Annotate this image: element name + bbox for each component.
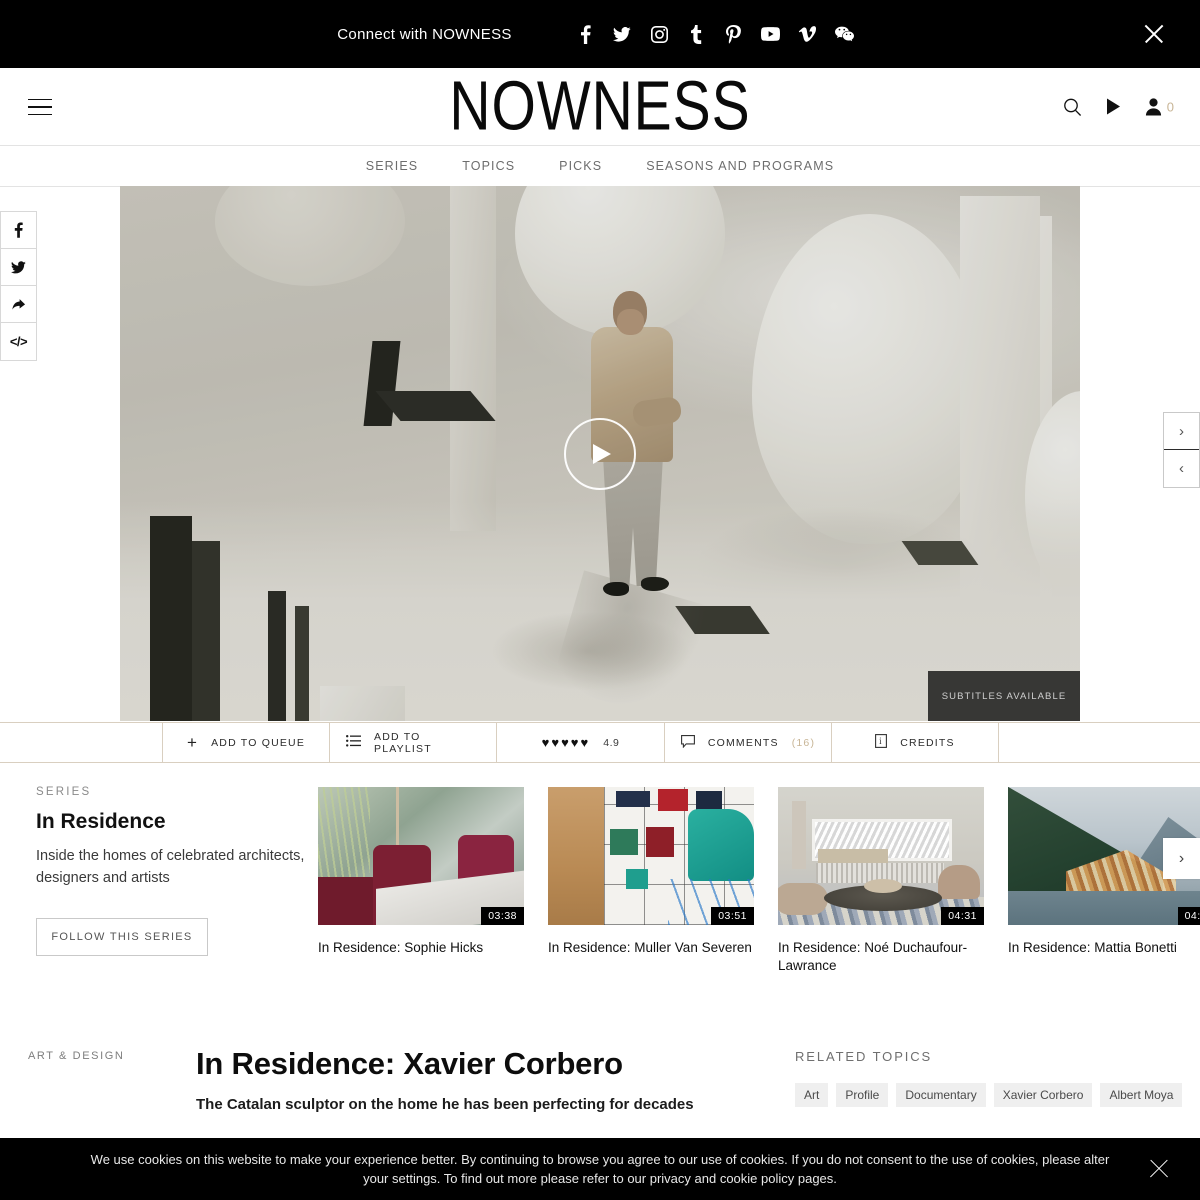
follow-series-button[interactable]: FOLLOW THIS SERIES: [36, 917, 208, 956]
video-action-bar: + ADD TO QUEUE ADD TO PLAYLIST ♥♥♥♥♥ 4.9…: [0, 722, 1200, 763]
share-rail: </>: [0, 211, 37, 361]
credits-button[interactable]: i CREDITS: [832, 723, 999, 762]
vimeo-icon[interactable]: [789, 19, 826, 49]
episode-card[interactable]: 03:38 In Residence: Sophie Hicks: [318, 787, 524, 957]
nav-item-picks[interactable]: PICKS: [559, 159, 602, 173]
masthead: NOWNESS 0: [0, 68, 1200, 146]
episode-duration: 04:4: [1177, 907, 1200, 925]
series-title: In Residence: [36, 810, 166, 833]
rating-control[interactable]: ♥♥♥♥♥ 4.9: [497, 723, 665, 762]
page-title: In Residence: Xavier Corbero: [196, 1046, 623, 1081]
rating-value: 4.9: [603, 736, 620, 749]
add-to-queue-button[interactable]: + ADD TO QUEUE: [163, 723, 330, 762]
series-info-panel: SERIES In Residence Inside the homes of …: [36, 786, 306, 956]
masthead-actions: 0: [1063, 97, 1174, 116]
twitter-icon[interactable]: [604, 19, 641, 49]
comments-button[interactable]: COMMENTS (16): [665, 723, 832, 762]
related-topics-heading: RELATED TOPICS: [795, 1049, 933, 1064]
topic-tag[interactable]: Art: [795, 1083, 829, 1107]
series-kicker: SERIES: [36, 786, 92, 798]
topic-tag[interactable]: Documentary: [896, 1083, 986, 1107]
youtube-icon[interactable]: [752, 19, 789, 49]
queue-play-icon[interactable]: [1106, 98, 1121, 116]
cookie-consent-banner: We use cookies on this website to make y…: [0, 1138, 1200, 1200]
share-arrow-icon[interactable]: [1, 286, 36, 323]
comments-label: COMMENTS: [707, 736, 779, 749]
wechat-icon[interactable]: [826, 19, 863, 49]
article-category-kicker[interactable]: ART & DESIGN: [28, 1050, 124, 1062]
info-icon: i: [875, 734, 888, 751]
related-topics-panel: RELATED TOPICS Art Profile Documentary X…: [795, 1049, 1185, 1107]
article-subtitle: The Catalan sculptor on the home he has …: [196, 1096, 694, 1113]
facebook-icon[interactable]: [567, 19, 604, 49]
close-icon[interactable]: [1140, 20, 1168, 48]
episode-duration: 03:38: [481, 907, 524, 925]
site-logo[interactable]: NOWNESS: [449, 71, 750, 141]
episode-title[interactable]: In Residence: Mattia Bonetti: [1008, 939, 1200, 957]
topic-tag[interactable]: Albert Moya: [1100, 1083, 1183, 1107]
share-twitter-icon[interactable]: [1, 249, 36, 286]
episode-thumbnail[interactable]: 03:38: [318, 787, 524, 925]
episode-duration: 03:51: [711, 907, 754, 925]
carousel-next-arrow-icon[interactable]: ›: [1163, 838, 1200, 879]
subtitles-available-badge: SUBTITLES AVAILABLE: [928, 671, 1080, 721]
embed-glyph: </>: [9, 334, 28, 349]
playlist-icon: [346, 735, 361, 750]
pinterest-icon[interactable]: [715, 19, 752, 49]
comments-count: (16): [791, 736, 816, 749]
instagram-icon[interactable]: [641, 19, 678, 49]
series-description: Inside the homes of celebrated architect…: [36, 848, 305, 886]
episode-title[interactable]: In Residence: Sophie Hicks: [318, 939, 524, 957]
topic-tag[interactable]: Profile: [836, 1083, 889, 1107]
comment-bubble-icon: [680, 734, 695, 751]
social-connect-bar: Connect with NOWNESS: [0, 0, 1200, 68]
svg-text:i: i: [879, 736, 883, 746]
episode-duration: 04:31: [941, 907, 984, 925]
episode-title[interactable]: In Residence: Noé Duchaufour-Lawrance: [778, 939, 984, 975]
account-icon[interactable]: 0: [1145, 98, 1174, 116]
add-to-playlist-label: ADD TO PLAYLIST: [374, 730, 432, 755]
cookie-close-icon[interactable]: [1146, 1156, 1172, 1182]
search-icon[interactable]: [1063, 97, 1082, 116]
cookie-banner-text: We use cookies on this website to make y…: [90, 1151, 1110, 1187]
plus-icon: +: [186, 733, 199, 752]
episode-card[interactable]: 04:31 In Residence: Noé Duchaufour-Lawra…: [778, 787, 984, 975]
next-video-arrow-icon[interactable]: ›: [1164, 413, 1199, 450]
episode-thumbnail[interactable]: 03:51: [548, 787, 754, 925]
heart-rating-icons[interactable]: ♥♥♥♥♥: [542, 735, 591, 750]
action-bar-spacer: [0, 723, 163, 762]
topic-tag[interactable]: Xavier Corbero: [993, 1083, 1093, 1107]
account-count-badge: 0: [1166, 99, 1174, 114]
hamburger-menu-icon[interactable]: [28, 98, 52, 116]
tumblr-icon[interactable]: [678, 19, 715, 49]
add-to-queue-label: ADD TO QUEUE: [211, 736, 306, 749]
embed-code-icon[interactable]: </>: [1, 323, 36, 360]
episode-card[interactable]: 03:51 In Residence: Muller Van Severen: [548, 787, 754, 957]
video-nav-arrows: › ‹: [1163, 412, 1200, 488]
main-navigation: SERIES TOPICS PICKS SEASONS AND PROGRAMS: [0, 146, 1200, 187]
credits-label: CREDITS: [900, 736, 955, 749]
connect-label: Connect with NOWNESS: [337, 25, 512, 43]
nav-item-seasons-and-programs[interactable]: SEASONS AND PROGRAMS: [646, 159, 834, 173]
nav-item-series[interactable]: SERIES: [366, 159, 418, 173]
video-player[interactable]: SUBTITLES AVAILABLE: [120, 186, 1080, 721]
series-episodes-carousel: 03:38 In Residence: Sophie Hicks 03:51 I…: [318, 787, 1200, 977]
nav-item-topics[interactable]: TOPICS: [462, 159, 515, 173]
add-to-playlist-button[interactable]: ADD TO PLAYLIST: [330, 723, 497, 762]
episode-thumbnail[interactable]: 04:31: [778, 787, 984, 925]
social-icon-list: [567, 19, 863, 49]
previous-video-arrow-icon[interactable]: ‹: [1164, 450, 1199, 487]
share-facebook-icon[interactable]: [1, 212, 36, 249]
episode-title[interactable]: In Residence: Muller Van Severen: [548, 939, 754, 957]
related-topics-tag-list: Art Profile Documentary Xavier Corbero A…: [795, 1083, 1185, 1107]
play-button[interactable]: [564, 417, 636, 490]
